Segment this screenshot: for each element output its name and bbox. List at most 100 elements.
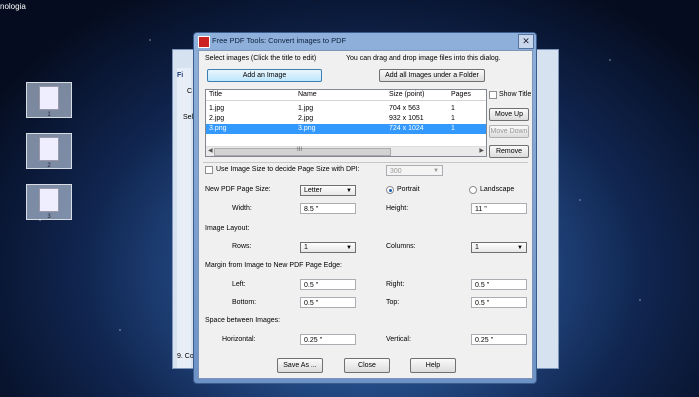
- column-title[interactable]: Title: [209, 91, 222, 98]
- page-size-label: New PDF Page Size:: [205, 186, 271, 193]
- vertical-spacing-field[interactable]: 0.25 '': [471, 334, 527, 345]
- chevron-down-icon: ▼: [517, 245, 523, 251]
- portrait-label: Portrait: [397, 186, 420, 193]
- cell-size: 704 x 563: [389, 105, 420, 112]
- cell-name: 1.jpg: [298, 105, 314, 112]
- desktop-file-icon[interactable]: 3: [26, 184, 72, 220]
- page-size-value: Letter: [304, 187, 322, 194]
- add-folder-button[interactable]: Add all Images under a Folder: [379, 69, 485, 82]
- table-row[interactable]: 2.jpg 2.jpg 932 x 1051 1: [206, 114, 486, 124]
- cell-size: 724 x 1024: [389, 125, 424, 132]
- columns-value: 1: [475, 244, 479, 251]
- margin-label: Margin from Image to New PDF Page Edge:: [205, 262, 342, 269]
- scrollbar-thumb[interactable]: III: [214, 147, 391, 156]
- image-list[interactable]: Title Name Size (point) Pages 1.jpg 1.jp…: [205, 89, 487, 157]
- use-image-size-checkbox[interactable]: [205, 166, 213, 174]
- rows-select[interactable]: 1 ▼: [300, 242, 356, 253]
- height-label: Height:: [386, 205, 409, 212]
- columns-select[interactable]: 1 ▼: [471, 242, 527, 253]
- dialog-title: Free PDF Tools: Convert images to PDF: [212, 36, 347, 45]
- dpi-select[interactable]: 300 ▼: [386, 165, 443, 176]
- taskbar-app-title: nologia: [0, 2, 26, 11]
- desktop-file-icon[interactable]: 2: [26, 133, 72, 169]
- cell-pages: 1: [451, 105, 455, 112]
- left-margin-field[interactable]: 0.5 '': [300, 279, 356, 290]
- chevron-down-icon: ▼: [433, 168, 439, 174]
- desktop-icon-label: 3: [47, 214, 51, 220]
- column-size[interactable]: Size (point): [389, 91, 424, 98]
- show-title-label: Show Title: [499, 91, 532, 98]
- bottom-margin-field[interactable]: 0.5 '': [300, 297, 356, 308]
- use-image-size-label: Use Image Size to decide Page Size with …: [216, 166, 360, 173]
- scroll-left-icon[interactable]: ◀: [208, 147, 213, 154]
- table-row[interactable]: 3.png 3.png 724 x 1024 1: [206, 124, 486, 134]
- cell-name: 2.jpg: [298, 115, 314, 122]
- list-header: Title Name Size (point) Pages: [206, 90, 486, 101]
- column-name[interactable]: Name: [298, 91, 317, 98]
- top-label: Top:: [386, 299, 400, 306]
- image-file-icon: [39, 137, 59, 161]
- column-pages[interactable]: Pages: [451, 91, 471, 98]
- image-file-icon: [39, 188, 59, 212]
- desktop-file-icon[interactable]: 1: [26, 82, 72, 118]
- top-margin-field[interactable]: 0.5 '': [471, 297, 527, 308]
- divider: [203, 162, 528, 163]
- image-file-icon: [39, 86, 59, 110]
- background-status: 9. Co: [177, 353, 194, 360]
- left-label: Left:: [232, 281, 246, 288]
- rows-label: Rows:: [232, 243, 252, 250]
- add-image-button[interactable]: Add an Image: [207, 69, 322, 82]
- background-tab[interactable]: Fi: [177, 72, 183, 79]
- background-window-sidebar: [177, 68, 191, 368]
- chevron-down-icon: ▼: [346, 245, 352, 251]
- bottom-label: Bottom:: [232, 299, 257, 306]
- move-down-button[interactable]: Move Down: [489, 125, 529, 138]
- right-margin-field[interactable]: 0.5 '': [471, 279, 527, 290]
- cell-title: 3.png: [209, 125, 227, 132]
- move-up-button[interactable]: Move Up: [489, 108, 529, 121]
- landscape-label: Landscape: [480, 186, 515, 193]
- height-field[interactable]: 11 '': [471, 203, 527, 214]
- columns-label: Columns:: [386, 243, 416, 250]
- chevron-down-icon: ▼: [346, 188, 352, 194]
- close-button[interactable]: Close: [344, 358, 390, 373]
- background-text: Sel: [183, 114, 194, 121]
- cell-size: 932 x 1051: [389, 115, 424, 122]
- dialog-titlebar[interactable]: Free PDF Tools: Convert images to PDF ✕: [194, 33, 536, 49]
- cell-name: 3.png: [298, 125, 316, 132]
- cell-title: 1.jpg: [209, 105, 225, 112]
- horizontal-label: Horizontal:: [222, 336, 256, 343]
- remove-button[interactable]: Remove: [489, 145, 529, 158]
- table-row[interactable]: 1.jpg 1.jpg 704 x 563 1: [206, 104, 486, 114]
- rows-value: 1: [304, 244, 308, 251]
- close-icon[interactable]: ✕: [518, 34, 534, 49]
- cell-pages: 1: [451, 125, 455, 132]
- save-as-button[interactable]: Save As ...: [277, 358, 323, 373]
- page-size-select[interactable]: Letter ▼: [300, 185, 356, 196]
- show-title-checkbox[interactable]: [489, 91, 497, 99]
- width-field[interactable]: 8.5 '': [300, 203, 356, 214]
- scroll-grip: III: [297, 147, 303, 153]
- horizontal-spacing-field[interactable]: 0.25 '': [300, 334, 356, 345]
- select-images-label: Select images (Click the title to edit): [205, 55, 317, 62]
- background-item[interactable]: C: [187, 88, 192, 95]
- help-button[interactable]: Help: [410, 358, 456, 373]
- desktop-icon-label: 2: [47, 163, 51, 169]
- horizontal-scrollbar[interactable]: ◀ III ▶: [206, 146, 486, 156]
- cell-pages: 1: [451, 115, 455, 122]
- image-layout-label: Image Layout:: [205, 225, 250, 232]
- scroll-right-icon[interactable]: ▶: [479, 147, 484, 154]
- vertical-label: Vertical:: [386, 336, 411, 343]
- width-label: Width:: [232, 205, 252, 212]
- dialog-client: Select images (Click the title to edit) …: [198, 50, 533, 379]
- dpi-value: 300: [390, 168, 402, 175]
- landscape-radio[interactable]: [469, 186, 477, 194]
- pdf-app-icon: [198, 36, 210, 48]
- right-label: Right:: [386, 281, 405, 288]
- spacing-label: Space between Images:: [205, 317, 281, 324]
- convert-images-dialog: Free PDF Tools: Convert images to PDF ✕ …: [193, 32, 537, 384]
- desktop-icon-label: 1: [47, 112, 51, 118]
- portrait-radio[interactable]: [386, 186, 394, 194]
- drag-hint: You can drag and drop image files into t…: [346, 55, 501, 62]
- cell-title: 2.jpg: [209, 115, 225, 122]
